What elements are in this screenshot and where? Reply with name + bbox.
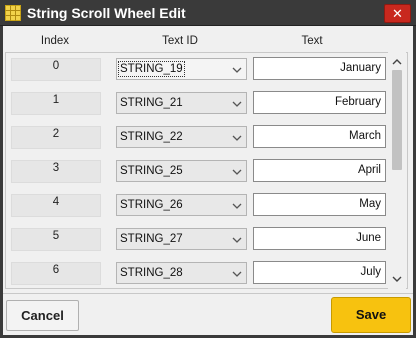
list-row: 0 STRING_19 January bbox=[6, 53, 392, 87]
text-id-value: STRING_22 bbox=[120, 131, 183, 143]
text-field[interactable]: February bbox=[253, 91, 386, 114]
close-icon: ✕ bbox=[392, 6, 403, 21]
chevron-down-icon bbox=[232, 101, 242, 107]
footer-divider bbox=[3, 293, 413, 294]
chevron-down-icon bbox=[232, 169, 242, 175]
text-field[interactable]: March bbox=[253, 125, 386, 148]
list-row: 3 STRING_25 April bbox=[6, 155, 392, 189]
chevron-down-icon bbox=[232, 135, 242, 141]
chevron-down-icon bbox=[232, 67, 242, 73]
text-id-select[interactable]: STRING_22 bbox=[116, 126, 247, 148]
chevron-down-icon bbox=[232, 237, 242, 243]
vertical-scrollbar[interactable] bbox=[388, 52, 406, 289]
column-header-text-id: Text ID bbox=[162, 35, 198, 47]
chevron-down-icon bbox=[232, 271, 242, 277]
scroll-down-icon[interactable] bbox=[391, 273, 403, 285]
text-id-value: STRING_28 bbox=[120, 267, 183, 279]
text-field[interactable]: July bbox=[253, 261, 386, 284]
title-bar: String Scroll Wheel Edit ✕ bbox=[0, 0, 416, 26]
text-id-value: STRING_26 bbox=[120, 199, 183, 211]
scroll-up-icon[interactable] bbox=[391, 56, 403, 68]
list-row: 5 STRING_27 June bbox=[6, 223, 392, 257]
index-cell: 1 bbox=[11, 92, 101, 115]
text-id-select[interactable]: STRING_21 bbox=[116, 92, 247, 114]
index-cell: 3 bbox=[11, 160, 101, 183]
text-field[interactable]: January bbox=[253, 57, 386, 80]
text-id-select[interactable]: STRING_26 bbox=[116, 194, 247, 216]
index-cell: 2 bbox=[11, 126, 101, 149]
close-button[interactable]: ✕ bbox=[384, 4, 411, 23]
text-id-value: STRING_25 bbox=[120, 165, 183, 177]
index-cell: 5 bbox=[11, 228, 101, 251]
text-id-value: STRING_21 bbox=[120, 97, 183, 109]
text-id-value: STRING_19 bbox=[118, 61, 185, 77]
rows-list[interactable]: 0 STRING_19 January 1 STRING_21 February… bbox=[5, 52, 408, 289]
text-field[interactable]: April bbox=[253, 159, 386, 182]
list-row: 1 STRING_21 February bbox=[6, 87, 392, 121]
text-id-value: STRING_27 bbox=[120, 233, 183, 245]
column-header-text: Text bbox=[301, 35, 323, 47]
list-row: 4 STRING_26 May bbox=[6, 189, 392, 223]
text-id-select[interactable]: STRING_25 bbox=[116, 160, 247, 182]
list-row: 2 STRING_22 March bbox=[6, 121, 392, 155]
cancel-button[interactable]: Cancel bbox=[6, 300, 79, 331]
index-cell: 6 bbox=[11, 262, 101, 285]
index-cell: 0 bbox=[11, 58, 101, 81]
text-id-select[interactable]: STRING_28 bbox=[116, 262, 247, 284]
text-field[interactable]: June bbox=[253, 227, 386, 250]
text-field[interactable]: May bbox=[253, 193, 386, 216]
text-id-select[interactable]: STRING_19 bbox=[116, 58, 247, 80]
save-button[interactable]: Save bbox=[331, 297, 411, 333]
grid-icon bbox=[5, 5, 21, 21]
column-header-index: Index bbox=[40, 35, 70, 47]
window-title: String Scroll Wheel Edit bbox=[27, 5, 186, 21]
index-cell: 4 bbox=[11, 194, 101, 217]
text-id-select[interactable]: STRING_27 bbox=[116, 228, 247, 250]
scrollbar-thumb[interactable] bbox=[392, 70, 402, 170]
chevron-down-icon bbox=[232, 203, 242, 209]
list-row: 6 STRING_28 July bbox=[6, 257, 392, 288]
